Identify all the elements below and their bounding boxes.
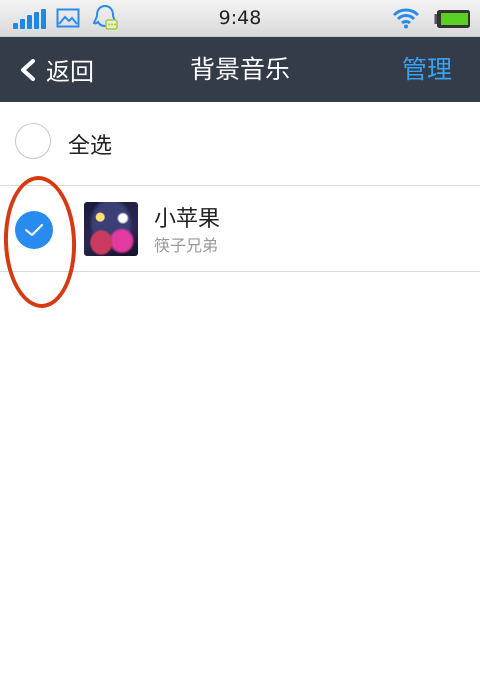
album-art xyxy=(84,202,138,256)
nav-bar: 返回 背景音乐 管理 xyxy=(0,37,480,102)
song-checkbox[interactable] xyxy=(15,211,53,249)
wifi-icon xyxy=(392,8,420,29)
checkmark-icon xyxy=(25,224,43,236)
back-button[interactable]: 返回 xyxy=(18,37,94,102)
select-all-checkbox[interactable] xyxy=(15,123,51,159)
chevron-left-icon xyxy=(21,58,35,81)
select-all-row[interactable]: 全选 xyxy=(0,102,480,186)
back-label: 返回 xyxy=(46,58,94,86)
battery-icon xyxy=(434,10,470,28)
list-item[interactable]: 小苹果 筷子兄弟 xyxy=(0,186,480,272)
song-title: 小苹果 xyxy=(154,207,221,232)
status-bar: 9:48 xyxy=(0,0,480,37)
select-all-label: 全选 xyxy=(68,134,113,159)
song-artist: 筷子兄弟 xyxy=(154,236,219,255)
manage-button[interactable]: 管理 xyxy=(402,37,452,102)
